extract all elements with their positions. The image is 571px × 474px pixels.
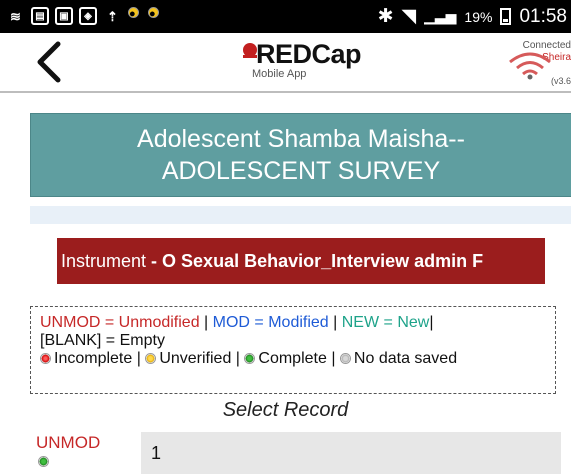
- system-icons: ✱ ◥ ▁▃▅ 19% 01:58: [378, 5, 567, 28]
- connection-status[interactable]: Connected Sheira (v3.6: [497, 38, 571, 90]
- back-icon[interactable]: [34, 40, 64, 84]
- legend-mod: MOD = Modified: [212, 314, 329, 331]
- battery-icon: [500, 8, 512, 25]
- lock-icon: ●: [148, 7, 159, 20]
- redcap-logo: REDCap Mobile App: [240, 39, 362, 87]
- battery-percent: 19%: [464, 8, 493, 25]
- legend-unverified: Unverified: [159, 350, 232, 367]
- cell-signal-icon: ▁▃▅: [424, 8, 457, 24]
- bluetooth-icon: ✱: [377, 6, 394, 27]
- unverified-icon: [145, 353, 157, 364]
- image-icon: ▣: [55, 7, 73, 25]
- note-icon: ▤: [31, 7, 49, 25]
- instrument-prefix: Instrument: [61, 251, 152, 271]
- legend-line3: Incomplete | Unverified | Complete | No …: [40, 350, 546, 368]
- divider-strip: [30, 206, 571, 224]
- connection-wifi-icon: [509, 52, 551, 80]
- upload-icon: ⇡: [107, 8, 118, 24]
- legend-no-data: No data saved: [353, 350, 458, 367]
- legend-incomplete: Incomplete: [54, 350, 133, 367]
- complete-icon: [244, 353, 256, 364]
- shield-icon: ◈: [79, 7, 97, 25]
- no-data-icon: [339, 353, 351, 364]
- legend-new: NEW = New: [341, 314, 430, 331]
- logo-subtitle: Mobile App: [252, 68, 307, 80]
- legend-line1: UNMOD = Unmodified | MOD = Modified | NE…: [40, 314, 434, 331]
- app-version: (v3.6: [550, 76, 571, 86]
- status-legend: UNMOD = Unmodified | MOD = Modified | NE…: [30, 306, 556, 394]
- signal-boost-icon: ≋: [10, 8, 21, 24]
- instrument-banner: Instrument - O Sexual Behavior_Interview…: [57, 238, 545, 284]
- clock: 01:58: [519, 5, 567, 27]
- project-title: Adolescent Shamba Maisha-- ADOLESCENT SU…: [30, 113, 571, 197]
- notification-icons: ≋ ▤ ▣ ◈ ⇡ ● ●: [6, 7, 162, 26]
- project-title-line2: ADOLESCENT SURVEY: [161, 157, 441, 185]
- lock-icon: ●: [128, 7, 139, 20]
- legend-line2: [BLANK] = Empty: [40, 332, 165, 349]
- wifi-icon: ◥: [401, 6, 417, 27]
- record-select-field[interactable]: 1: [141, 432, 561, 474]
- incomplete-icon: [40, 353, 51, 364]
- status-bar: ≋ ▤ ▣ ◈ ⇡ ● ● ✱ ◥ ▁▃▅ 19% 01:58: [0, 0, 571, 33]
- app-header: REDCap Mobile App Connected Sheira (v3.6: [0, 33, 571, 93]
- record-complete-icon: [38, 456, 49, 467]
- record-status-label: UNMOD: [36, 433, 101, 452]
- project-title-line1: Adolescent Shamba Maisha--: [137, 125, 465, 153]
- legend-unmod: UNMOD = Unmodified: [40, 314, 200, 331]
- select-record-title: Select Record: [222, 399, 349, 421]
- instrument-name: - O Sexual Behavior_Interview admin F: [151, 251, 484, 271]
- legend-complete: Complete: [258, 350, 327, 367]
- logo-text: REDCap: [256, 39, 362, 69]
